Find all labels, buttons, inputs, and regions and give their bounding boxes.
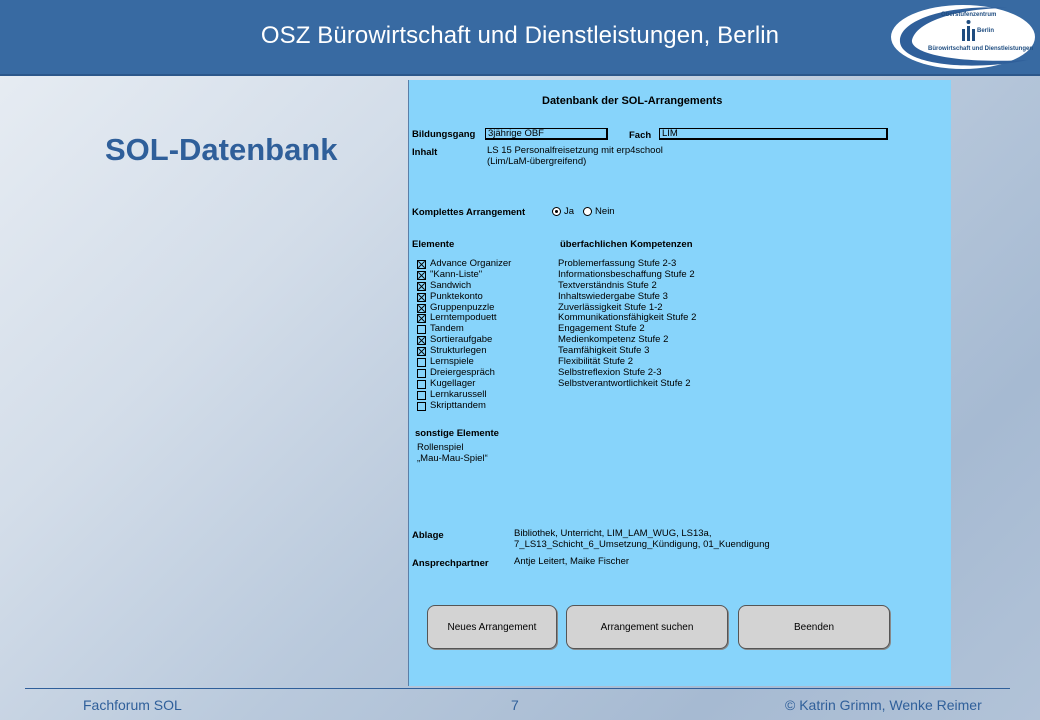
- element-checkbox[interactable]: [417, 336, 426, 346]
- neues-arrangement-button[interactable]: Neues Arrangement: [427, 605, 557, 649]
- element-item[interactable]: Lernkarussell: [417, 388, 511, 401]
- ablage-line2: 7_LS13_Schicht_6_Umsetzung_Kündigung, 01…: [514, 539, 770, 550]
- footer-divider: [25, 688, 1010, 689]
- inhalt-line1: LS 15 Personalfreisetzung mit erp4school: [487, 145, 663, 156]
- ablage-line1: Bibliothek, Unterricht, LIM_LAM_WUG, LS1…: [514, 528, 712, 539]
- element-checkbox[interactable]: [417, 270, 426, 280]
- element-label: Skripttandem: [430, 399, 486, 411]
- logo-text-berlin: Berlin: [977, 28, 995, 34]
- footer-page-number: 7: [511, 697, 519, 713]
- header-title: OSZ Bürowirtschaft und Dienstleistungen,…: [260, 22, 780, 49]
- element-checkbox[interactable]: [417, 259, 426, 269]
- form-title: Datenbank der SOL-Arrangements: [542, 95, 723, 107]
- ablage-label: Ablage: [412, 530, 444, 541]
- element-checkbox[interactable]: [417, 292, 426, 302]
- element-checkbox[interactable]: [417, 303, 426, 313]
- element-label: Punktekonto: [430, 290, 483, 302]
- header-bar: OSZ Bürowirtschaft und Dienstleistungen,…: [0, 0, 1040, 76]
- radio-nein-label: Nein: [595, 206, 615, 217]
- fach-field[interactable]: LIM: [659, 128, 888, 140]
- element-checkbox[interactable]: [417, 368, 426, 378]
- element-checkbox[interactable]: [417, 314, 426, 324]
- element-checkbox[interactable]: [417, 390, 426, 400]
- ansprech-label: Ansprechpartner: [412, 558, 489, 569]
- slide-title: SOL-Datenbank: [105, 132, 338, 167]
- kompetenzen-label: überfachlichen Kompetenzen: [560, 239, 693, 250]
- komplett-radio-group: Ja Nein: [552, 206, 615, 217]
- inhalt-line2: (Lim/LaM-übergreifend): [487, 156, 587, 167]
- kompetenz-item: Inhaltswiedergabe Stufe 3: [558, 290, 668, 302]
- komplett-label: Komplettes Arrangement: [412, 207, 526, 218]
- fach-label: Fach: [629, 130, 652, 141]
- radio-ja-label: Ja: [564, 206, 575, 217]
- bildungsgang-label: Bildungsgang: [412, 129, 476, 140]
- kompetenz-item: Selbstverantwortlichkeit Stufe 2: [558, 377, 691, 389]
- elemente-label: Elemente: [412, 239, 455, 250]
- element-checkbox[interactable]: [417, 325, 426, 335]
- sonstige-line2: „Mau-Mau-Spiel“: [417, 453, 488, 464]
- logo-text-subtitle: Bürowirtschaft und Dienstleistungen: [928, 46, 1034, 52]
- element-label: Lernkarussell: [430, 388, 487, 400]
- radio-ja[interactable]: [552, 207, 561, 216]
- radio-nein[interactable]: [583, 207, 593, 216]
- logo-text-oberstufenzentrum: Oberstufenzentrum: [941, 12, 997, 18]
- element-checkbox[interactable]: [417, 357, 426, 367]
- beenden-button[interactable]: Beenden: [738, 605, 890, 649]
- element-checkbox[interactable]: [417, 379, 426, 389]
- element-item[interactable]: Punktekonto: [417, 290, 511, 303]
- element-checkbox[interactable]: [417, 281, 426, 291]
- elemente-list: Advance Organizer "Kann-Liste" Sandwich Pun…: [417, 258, 511, 412]
- osz-logo-icon: Oberstufenzentrum Berlin Bürowirtschaft …: [888, 2, 1038, 72]
- footer-left: Fachforum SOL: [83, 697, 182, 713]
- element-checkbox[interactable]: [417, 347, 426, 357]
- kompetenzen-list: Problemerfassung Stufe 2-3 Informationsbe…: [558, 258, 696, 390]
- element-checkbox[interactable]: [417, 401, 426, 411]
- ansprech-value: Antje Leitert, Maike Fischer: [514, 556, 630, 567]
- footer-right: © Katrin Grimm, Wenke Reimer: [785, 697, 982, 713]
- bildungsgang-field[interactable]: 3jährige OBF: [485, 128, 608, 140]
- sonstige-line1: Rollenspiel: [417, 442, 464, 453]
- inhalt-label: Inhalt: [412, 147, 438, 158]
- element-item[interactable]: Skripttandem: [417, 399, 511, 412]
- sonstige-label: sonstige Elemente: [415, 428, 499, 439]
- sol-database-form: Datenbank der SOL-Arrangements Bildungsg…: [408, 80, 951, 686]
- arrangement-suchen-button[interactable]: Arrangement suchen: [566, 605, 728, 649]
